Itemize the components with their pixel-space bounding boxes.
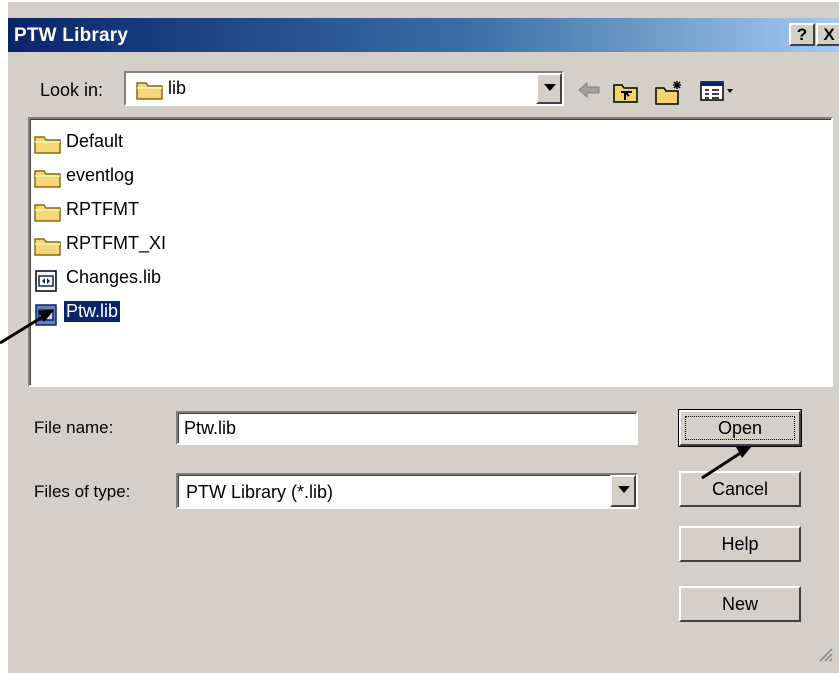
file-name-field[interactable]: Ptw.lib [176,411,638,445]
item-label: RPTFMT_XI [66,233,167,253]
back-arrow-icon[interactable] [576,80,602,105]
item-label: Default [66,131,124,151]
library-file-icon [34,303,58,332]
close-button[interactable]: X [816,23,839,46]
chevron-down-icon [544,84,556,91]
look-in-label: Look in: [40,80,104,100]
file-list[interactable]: Default eventlog RPTFMT RPTFMT_XI Change… [28,117,833,387]
cancel-button[interactable]: Cancel [679,471,801,507]
view-menu-icon[interactable] [700,80,736,107]
file-name-label: File name: [34,418,114,437]
window-title: PTW Library [14,25,129,46]
title-bar[interactable]: PTW Library ? X [8,18,839,52]
files-of-type-dropdown[interactable]: PTW Library (*.lib) [176,473,638,509]
item-label: Ptw.lib [64,301,121,322]
files-of-type-dropdown-button[interactable] [610,475,636,507]
look-in-dropdown-button[interactable] [536,73,562,104]
help-title-button[interactable]: ? [789,23,815,46]
new-folder-icon[interactable] [654,80,684,111]
library-file-icon [34,269,58,298]
folder-icon [34,201,62,228]
item-label: RPTFMT [66,199,139,219]
open-button-label: Open [685,416,795,440]
resize-grip-icon[interactable] [817,646,833,667]
look-in-dropdown[interactable]: lib [124,71,564,106]
new-button[interactable]: New [679,586,801,622]
look-in-value: lib [168,78,187,98]
folder-icon [34,235,62,262]
folder-icon [34,133,62,160]
files-of-type-value: PTW Library (*.lib) [186,482,334,502]
item-label: Changes.lib [66,267,162,287]
ptw-library-dialog: PTW Library ? X Look in: lib Default eve… [6,0,839,673]
chevron-down-icon [618,486,630,493]
item-label: eventlog [66,165,135,185]
up-folder-icon[interactable] [612,80,640,109]
open-button[interactable]: Open [678,409,802,447]
folder-icon [136,79,164,106]
files-of-type-label: Files of type: [34,482,131,501]
help-button[interactable]: Help [679,526,801,562]
folder-icon [34,167,62,194]
